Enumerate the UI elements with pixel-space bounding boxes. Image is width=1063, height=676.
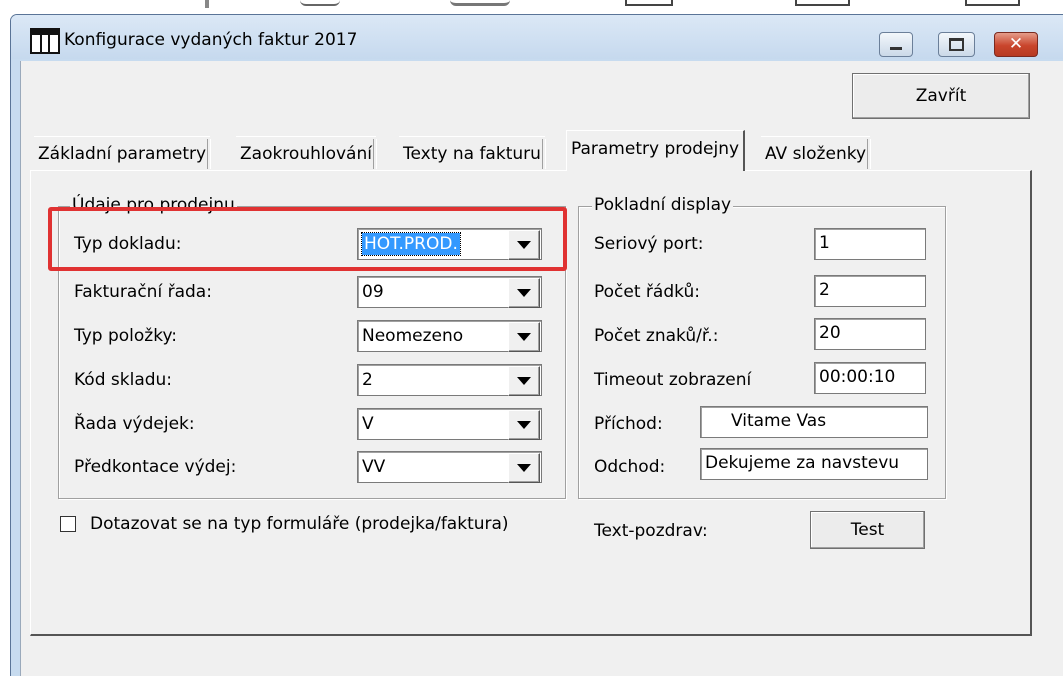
arrival-text-label: Příchod: xyxy=(594,414,663,434)
test-button[interactable]: Test xyxy=(810,511,925,549)
arrival-text-input[interactable]: Vitame Vas xyxy=(700,406,928,438)
tab-av-slips[interactable]: AV složenky xyxy=(761,136,872,170)
issue-precontation-value: VV xyxy=(362,457,386,477)
issue-series-value: V xyxy=(362,414,374,434)
ask-form-type-checkbox[interactable] xyxy=(60,516,76,532)
chevron-down-icon[interactable] xyxy=(508,278,540,308)
table-icon xyxy=(30,28,60,54)
chevron-down-icon[interactable] xyxy=(508,322,540,352)
background-fragment xyxy=(450,0,510,6)
background-fragment xyxy=(300,0,340,6)
window-title: Konfigurace vydaných faktur 2017 xyxy=(64,30,358,50)
serial-port-input[interactable]: 1 xyxy=(814,228,926,260)
item-type-value: Neomezeno xyxy=(362,326,464,346)
departure-text-label: Odchod: xyxy=(594,457,666,477)
issue-precontation-label: Předkontace výdej: xyxy=(74,457,237,477)
serial-port-label: Seriový port: xyxy=(594,234,704,254)
document-type-select[interactable]: HOT.PROD. xyxy=(357,228,542,260)
chevron-down-icon[interactable] xyxy=(508,230,540,260)
invoice-series-select[interactable]: 09 xyxy=(357,276,542,308)
sales-group-title: Údaje pro prodejnu xyxy=(70,195,237,215)
maximize-icon xyxy=(949,38,964,51)
display-group-title: Pokladní display xyxy=(592,195,734,215)
row-count-input[interactable]: 2 xyxy=(814,275,926,307)
row-count-label: Počet řádků: xyxy=(594,282,700,302)
minimize-button[interactable] xyxy=(879,32,913,57)
warehouse-code-label: Kód skladu: xyxy=(74,370,173,390)
chevron-down-icon[interactable] xyxy=(508,410,540,440)
warehouse-code-value: 2 xyxy=(362,370,373,390)
tab-basic-parameters[interactable]: Základní parametry xyxy=(34,136,212,170)
chars-per-row-input[interactable]: 20 xyxy=(814,318,926,350)
background-fragment xyxy=(625,0,673,6)
tab-label: Základní parametry xyxy=(38,144,207,164)
background-fragment xyxy=(795,0,850,6)
item-type-label: Typ položky: xyxy=(74,326,178,346)
chevron-down-icon[interactable] xyxy=(508,453,540,483)
close-icon: ✕ xyxy=(1008,34,1024,54)
tab-rounding[interactable]: Zaokrouhlování xyxy=(236,136,377,170)
issue-precontation-select[interactable]: VV xyxy=(357,451,542,483)
invoice-series-value: 09 xyxy=(362,282,384,302)
ask-form-type-label[interactable]: Dotazovat se na typ formuláře (prodejka/… xyxy=(90,513,509,535)
issue-series-label: Řada výdejek: xyxy=(74,414,195,434)
tab-store-parameters[interactable]: Parametry prodejny xyxy=(566,130,746,171)
document-type-value: HOT.PROD. xyxy=(361,232,461,256)
minimize-icon xyxy=(890,47,902,50)
maximize-button[interactable] xyxy=(938,32,975,57)
background-fragment xyxy=(965,0,1020,6)
chevron-down-icon[interactable] xyxy=(508,366,540,396)
greeting-text-label: Text-pozdrav: xyxy=(594,521,708,541)
departure-text-input[interactable]: Dekujeme za navstevu xyxy=(700,448,928,480)
item-type-select[interactable]: Neomezeno xyxy=(357,320,542,352)
background-strip xyxy=(0,0,1063,10)
tab-invoice-texts[interactable]: Texty na fakturu xyxy=(399,136,546,170)
display-timeout-label: Timeout zobrazení xyxy=(594,370,752,390)
document-type-label: Typ dokladu: xyxy=(74,234,182,254)
tab-label: Parametry prodejny xyxy=(571,139,740,159)
issue-series-select[interactable]: V xyxy=(357,408,542,440)
display-timeout-input[interactable]: 00:00:10 xyxy=(814,362,926,394)
background-fragment xyxy=(205,0,209,8)
warehouse-code-select[interactable]: 2 xyxy=(357,364,542,396)
window-close-button[interactable]: ✕ xyxy=(994,32,1038,57)
close-dialog-button[interactable]: Zavřít xyxy=(852,73,1030,119)
invoice-series-label: Fakturační řada: xyxy=(74,282,212,302)
tab-label: Texty na fakturu xyxy=(403,144,541,164)
tab-label: Zaokrouhlování xyxy=(240,144,372,164)
chars-per-row-label: Počet znaků/ř.: xyxy=(594,326,719,346)
tab-label: AV složenky xyxy=(765,144,867,164)
